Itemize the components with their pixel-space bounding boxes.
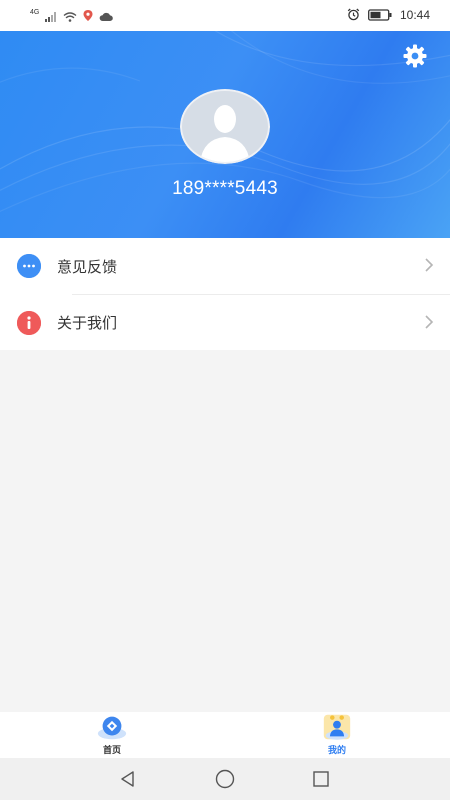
menu-item-row: 关于我们 (0, 295, 450, 351)
menu-item-label: 关于我们 (57, 314, 118, 332)
phone-number: 189****5443 (172, 178, 278, 199)
wifi-icon (63, 7, 77, 26)
chevron-right-icon (425, 258, 434, 272)
signal-icon (45, 7, 57, 26)
info-icon (17, 310, 41, 335)
user-silhouette-icon (200, 105, 250, 162)
network-type: 4G (30, 8, 40, 16)
chevron-right-icon (425, 314, 434, 329)
clock: 10:44 (399, 8, 430, 22)
recents-square-icon (313, 771, 329, 787)
status-left: 4G (30, 7, 114, 26)
battery-icon (368, 6, 392, 25)
back-triangle-icon (121, 771, 134, 787)
status-bar: 4G 10:44 (0, 0, 450, 31)
tab-home[interactable]: 首页 (72, 712, 152, 758)
recents-button[interactable] (310, 768, 332, 790)
avatar-placeholder (180, 89, 270, 164)
menu-item-row: 意见反馈 (0, 238, 450, 294)
cloud-icon (99, 7, 114, 26)
profile-header: 189****5443 (0, 31, 450, 238)
menu-item-about[interactable]: 关于我们 (17, 294, 450, 350)
tab-mine[interactable]: 我的 (297, 712, 377, 758)
menu-item-feedback[interactable]: 意见反馈 (0, 238, 450, 294)
home-button[interactable] (214, 768, 236, 790)
user-icon (321, 712, 353, 742)
menu-list: 意见反馈 关于我们 (0, 238, 450, 350)
location-pin-icon (83, 7, 93, 26)
gear-icon (403, 44, 427, 68)
tab-label: 首页 (102, 746, 121, 756)
system-nav-bar (0, 758, 450, 800)
tab-label: 我的 (327, 746, 346, 756)
status-right: 10:44 (347, 7, 430, 23)
menu-item-label: 意见反馈 (57, 257, 118, 276)
home-icon (96, 712, 128, 742)
avatar[interactable] (180, 89, 270, 164)
bottom-tab-bar: 首页 我的 (0, 712, 450, 758)
chat-bubble-icon (17, 254, 41, 278)
back-button[interactable] (117, 768, 139, 790)
alarm-icon (347, 6, 360, 25)
settings-button[interactable] (400, 41, 430, 71)
home-circle-icon (215, 769, 235, 789)
